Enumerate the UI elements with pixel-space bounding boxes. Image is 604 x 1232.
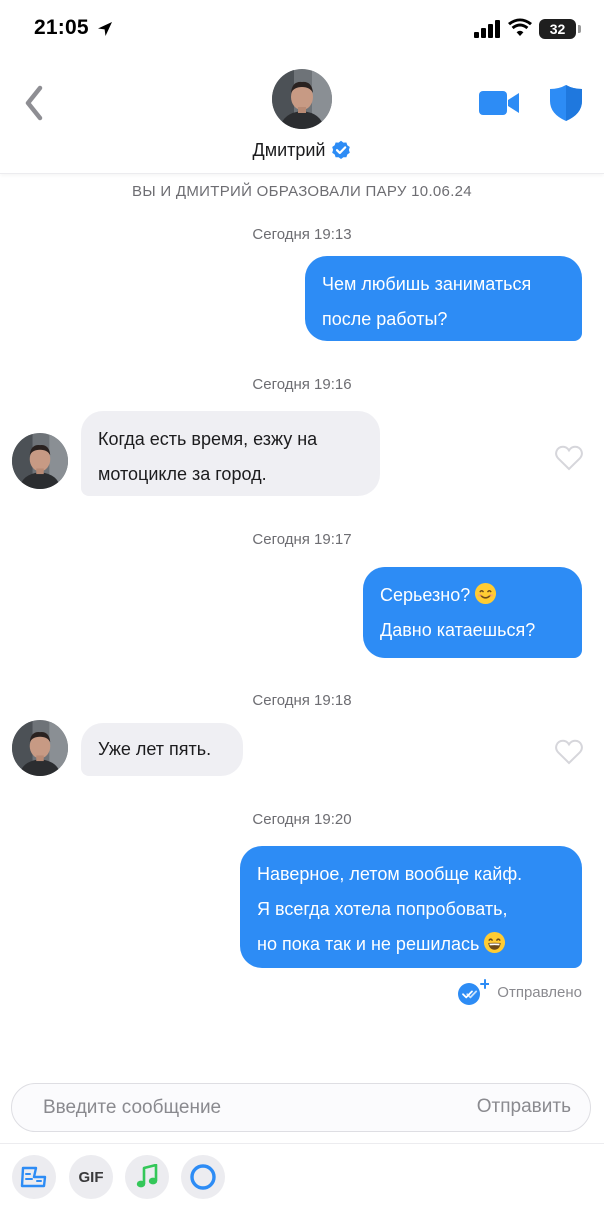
- chat-header: Дмитрий: [0, 60, 604, 174]
- message-text-line: Когда есть время, езжу на: [98, 429, 318, 449]
- gif-icon: GIF: [78, 1168, 104, 1186]
- like-heart-icon[interactable]: [555, 739, 583, 765]
- message-text-line: Уже лет пять.: [98, 739, 212, 759]
- sticker-icon: [20, 1166, 47, 1188]
- message-timestamp: Сегодня 19:18: [252, 692, 352, 709]
- message-timestamp: Сегодня 19:16: [252, 376, 352, 393]
- status-bar: 21:05 32: [0, 0, 604, 60]
- message-composer: Отправить: [11, 1083, 591, 1132]
- delivery-status-text: Отправлено: [497, 983, 582, 1001]
- message-text-line: Чем любишь заниматься: [322, 274, 532, 294]
- message-timestamp: Сегодня 19:13: [252, 226, 352, 243]
- outgoing-message[interactable]: Чем любишь заниматься после работы?: [305, 256, 582, 341]
- cellular-signal-icon: [474, 20, 500, 38]
- wifi-icon: [508, 18, 532, 36]
- contact-name: Дмитрий: [252, 139, 326, 160]
- outgoing-message[interactable]: Серьезно? Давно катаешься?: [363, 567, 582, 658]
- message-text-line: после работы?: [322, 309, 448, 329]
- music-note-icon: [136, 1164, 158, 1188]
- battery-level: 32: [549, 21, 566, 37]
- message-text-line: но пока так и не решилась: [257, 934, 480, 954]
- video-call-icon[interactable]: [478, 88, 520, 118]
- ring-button[interactable]: [181, 1155, 225, 1199]
- back-chevron-icon[interactable]: [18, 82, 50, 124]
- contact-avatar[interactable]: [272, 69, 332, 129]
- battery-cap: [578, 25, 581, 33]
- ring-icon: [190, 1164, 216, 1190]
- sent-check-icon: [458, 979, 490, 1005]
- status-time: 21:05: [34, 16, 89, 39]
- smiling-face-emoji-icon: [475, 582, 497, 605]
- outgoing-message[interactable]: Наверное, летом вообще кайф. Я всегда хо…: [240, 846, 582, 968]
- send-button[interactable]: Отправить: [477, 1096, 571, 1118]
- battery-indicator: 32: [539, 19, 576, 39]
- incoming-message[interactable]: Уже лет пять.: [81, 723, 243, 776]
- gif-button[interactable]: GIF: [69, 1155, 113, 1199]
- location-arrow-icon: [98, 22, 112, 36]
- message-text-line: Давно катаешься?: [380, 620, 536, 640]
- sender-avatar[interactable]: [12, 720, 68, 776]
- safety-shield-icon[interactable]: [549, 84, 583, 122]
- message-timestamp: Сегодня 19:20: [252, 811, 352, 828]
- match-banner: ВЫ И ДМИТРИЙ ОБРАЗОВАЛИ ПАРУ 10.06.24: [132, 183, 472, 200]
- message-text-line: Я всегда хотела попробовать,: [257, 899, 508, 919]
- like-heart-icon[interactable]: [555, 445, 583, 471]
- sender-avatar[interactable]: [12, 433, 68, 489]
- message-input[interactable]: [32, 1084, 412, 1131]
- message-text-line: мотоцикле за город.: [98, 464, 267, 484]
- delivery-status: Отправлено: [457, 978, 582, 1006]
- message-timestamp: Сегодня 19:17: [252, 531, 352, 548]
- contact-name-row[interactable]: Дмитрий: [0, 136, 604, 164]
- music-button[interactable]: [125, 1155, 169, 1199]
- incoming-message[interactable]: Когда есть время, езжу на мотоцикле за г…: [81, 411, 380, 496]
- message-text-line: Наверное, летом вообще кайф.: [257, 864, 523, 884]
- verified-badge-icon: [332, 140, 351, 159]
- grinning-face-emoji-icon: [484, 931, 506, 954]
- sticker-button[interactable]: [12, 1155, 56, 1199]
- message-text-line: Серьезно?: [380, 585, 471, 605]
- toolbar-divider: [0, 1143, 604, 1144]
